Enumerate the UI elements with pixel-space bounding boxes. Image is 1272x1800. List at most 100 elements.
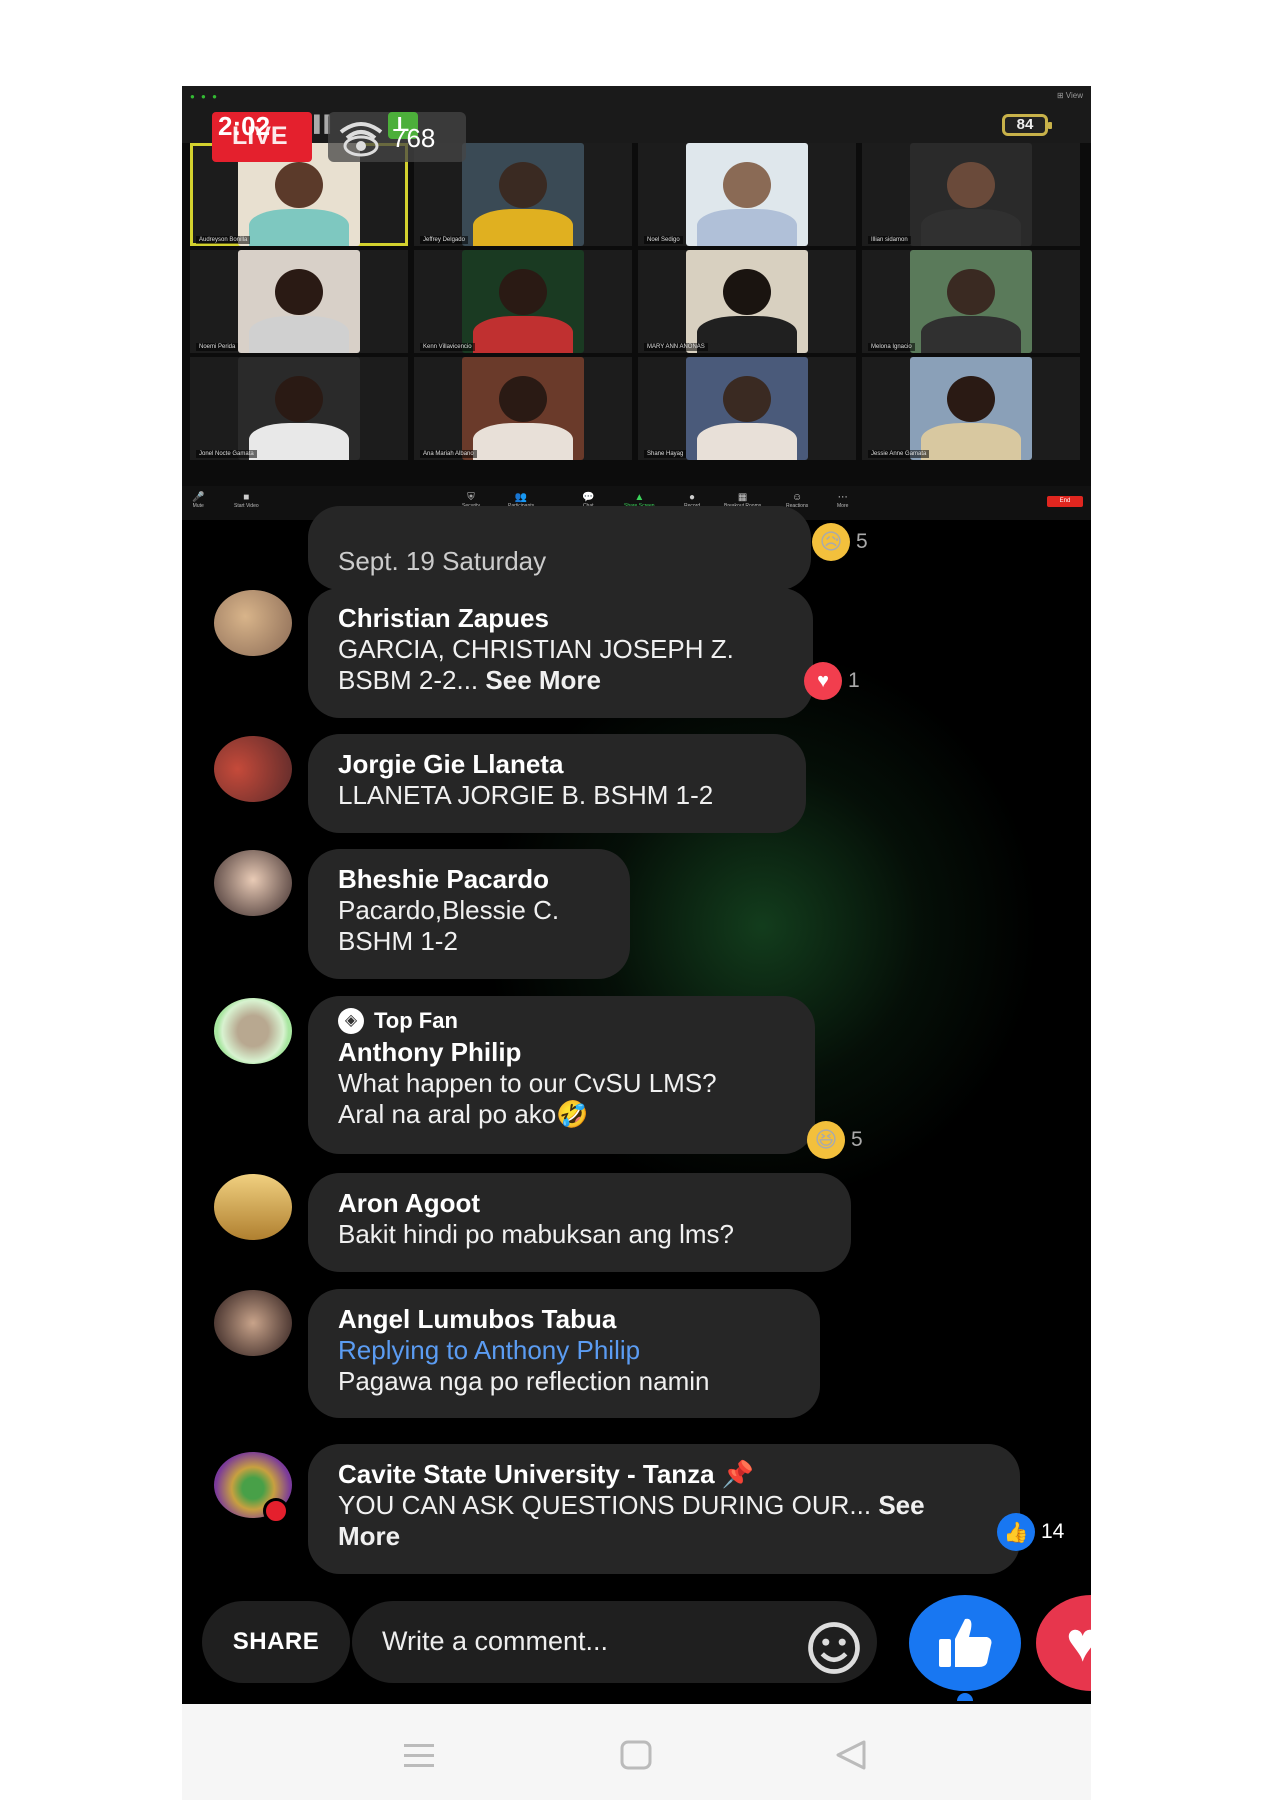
comment-text: Pacardo,Blessie C.	[338, 895, 560, 925]
comment-bubble[interactable]: Jorgie Gie Llaneta LLANETA JORGIE B. BSH…	[308, 734, 806, 833]
like-icon: 👍	[997, 1513, 1035, 1551]
thumbs-up-icon	[939, 1618, 992, 1667]
participant-name: Jonel Nocte Gamata	[196, 450, 257, 458]
window-controls: ● ● ●	[190, 92, 219, 101]
see-more-link[interactable]: See	[878, 1490, 924, 1520]
emoji-icon[interactable]	[807, 1621, 861, 1675]
home-icon[interactable]	[619, 1740, 653, 1770]
comment-reaction[interactable]: 😥 5	[812, 523, 868, 561]
live-indicator-icon	[263, 1498, 289, 1524]
status-time: 2:02	[218, 111, 271, 141]
avatar[interactable]	[214, 850, 292, 916]
menu-icon[interactable]	[402, 1740, 436, 1770]
love-reaction-button[interactable]: ♥	[1036, 1595, 1091, 1691]
commenter-name[interactable]: Christian Zapues	[338, 602, 783, 634]
comment-text: LLANETA JORGIE B. BSHM 1-2	[338, 780, 714, 810]
share-button[interactable]: SHARE	[202, 1601, 350, 1683]
avatar[interactable]	[214, 590, 292, 656]
participant-name: Jessie Anne Gamata	[868, 450, 930, 458]
comment-reaction[interactable]: 👍 14	[997, 1513, 1064, 1551]
participant-body	[696, 422, 798, 460]
haha-emoji-icon: 😆	[807, 1121, 845, 1159]
zoom-more[interactable]: ⋯ More	[837, 492, 848, 509]
like-indicator-dot	[957, 1693, 973, 1701]
participant-face	[723, 161, 771, 208]
back-icon[interactable]	[834, 1740, 868, 1770]
commenter-name[interactable]: Cavite State University - Tanza 📌	[338, 1458, 990, 1490]
participant-tile[interactable]: Ana Mariah Albano	[414, 357, 632, 460]
participant-tile[interactable]: Noemi Perida	[190, 250, 408, 353]
comment-text-line2: BSHM 1-2	[338, 926, 458, 956]
commenter-name[interactable]: Jorgie Gie Llaneta	[338, 748, 776, 780]
participant-body	[248, 422, 350, 460]
participant-face	[947, 375, 995, 422]
avatar[interactable]	[214, 736, 292, 802]
comment-bubble[interactable]: ◈ Top Fan Anthony Philip What happen to o…	[308, 996, 815, 1154]
zoom-reactions[interactable]: ☺ Reactions	[786, 492, 808, 509]
participant-body	[248, 208, 350, 246]
comment-text: What happen to our CvSU LMS?	[338, 1068, 717, 1098]
zoom-title-bar: ● ● ● ⊞ View	[182, 86, 1091, 143]
zoom-mute[interactable]: 🎤 Mute	[192, 492, 204, 509]
participant-body	[472, 208, 574, 246]
see-more-link-cont[interactable]: More	[338, 1521, 990, 1552]
participant-tile[interactable]: Shane Hayag	[638, 357, 856, 460]
participant-name: Noel Sedigo	[644, 236, 683, 244]
participant-face	[275, 375, 323, 422]
top-fan-label: Top Fan	[374, 1008, 458, 1033]
comment-text-line2: BSBM 2-2... See More	[338, 665, 783, 696]
participant-face	[275, 268, 323, 315]
comment-bubble[interactable]: Sept. 19 Saturday	[308, 506, 811, 590]
comment-reaction[interactable]: 😆 5	[807, 1121, 863, 1159]
participant-tile[interactable]: Melona Ignacio	[862, 250, 1080, 353]
commenter-name[interactable]: Bheshie Pacardo	[338, 863, 600, 895]
zoom-toolbar-label: Mute	[192, 503, 204, 509]
commenter-name[interactable]: Anthony Philip	[338, 1036, 785, 1068]
commenter-name[interactable]: Aron Agoot	[338, 1187, 821, 1219]
commenter-name[interactable]: Angel Lumubos Tabua	[338, 1303, 790, 1335]
avatar[interactable]	[214, 998, 292, 1064]
comment-text-cont: BSBM 2-2...	[338, 665, 479, 695]
zoom-start-video[interactable]: ■ Start Video	[234, 492, 259, 509]
participant-body	[920, 208, 1022, 246]
participant-body	[472, 315, 574, 353]
like-reaction-button[interactable]	[909, 1595, 1021, 1691]
page-name: Cavite State University - Tanza	[338, 1459, 715, 1489]
participant-name: Illian sidamon	[868, 236, 911, 244]
diamond-icon: ◈	[338, 1008, 364, 1034]
participant-face	[947, 161, 995, 208]
heart-icon: ♥	[1066, 1610, 1091, 1673]
comment-bubble[interactable]: Aron Agoot Bakit hindi po mabuksan ang l…	[308, 1173, 851, 1272]
participant-face	[723, 375, 771, 422]
zoom-end-button[interactable]: End	[1047, 496, 1083, 507]
participant-tile[interactable]: Jessie Anne Gamata	[862, 357, 1080, 460]
participant-tile[interactable]: MARY ANN ANONAS	[638, 250, 856, 353]
avatar[interactable]	[214, 1174, 292, 1240]
reaction-count: 5	[851, 1128, 863, 1151]
participant-tile[interactable]: Kenn Villavicencio	[414, 250, 632, 353]
participant-name: Audreyson Bonilla	[196, 236, 251, 244]
sad-emoji-icon: 😥	[812, 523, 850, 561]
comment-reaction[interactable]: ♥ 1	[804, 662, 860, 700]
comment-bubble[interactable]: Angel Lumubos Tabua Replying to Anthony …	[308, 1289, 820, 1418]
live-stream-screen: ● ● ● ⊞ View Audreyson Bonilla Jeffrey De…	[182, 86, 1091, 1800]
participant-name: Ana Mariah Albano	[420, 450, 477, 458]
viewer-count: 768	[392, 123, 436, 153]
avatar[interactable]	[214, 1290, 292, 1356]
comment-bubble[interactable]: Bheshie Pacardo Pacardo,Blessie C. BSHM …	[308, 849, 630, 979]
see-more-link[interactable]: See More	[485, 665, 601, 695]
participant-tile[interactable]: Jonel Nocte Gamata	[190, 357, 408, 460]
reply-link[interactable]: Replying to Anthony Philip	[338, 1335, 790, 1366]
participant-tile[interactable]: Illian sidamon	[862, 143, 1080, 246]
comment-bubble[interactable]: Christian Zapues GARCIA, CHRISTIAN JOSEP…	[308, 588, 813, 718]
comment-text: Sept. 19 Saturday	[338, 546, 547, 576]
participant-name: Melona Ignacio	[868, 343, 915, 351]
participant-name: Kenn Villavicencio	[420, 343, 475, 351]
reaction-count: 1	[848, 669, 860, 692]
zoom-video-feed[interactable]: ● ● ● ⊞ View Audreyson Bonilla Jeffrey De…	[182, 86, 1091, 520]
reaction-count: 5	[856, 530, 868, 553]
battery-indicator: 84	[1002, 114, 1052, 136]
comment-text-line2: Aral na aral po ako🤣	[338, 1099, 589, 1129]
participant-tile[interactable]: Noel Sedigo	[638, 143, 856, 246]
comment-bubble[interactable]: Cavite State University - Tanza 📌 YOU CA…	[308, 1444, 1020, 1574]
